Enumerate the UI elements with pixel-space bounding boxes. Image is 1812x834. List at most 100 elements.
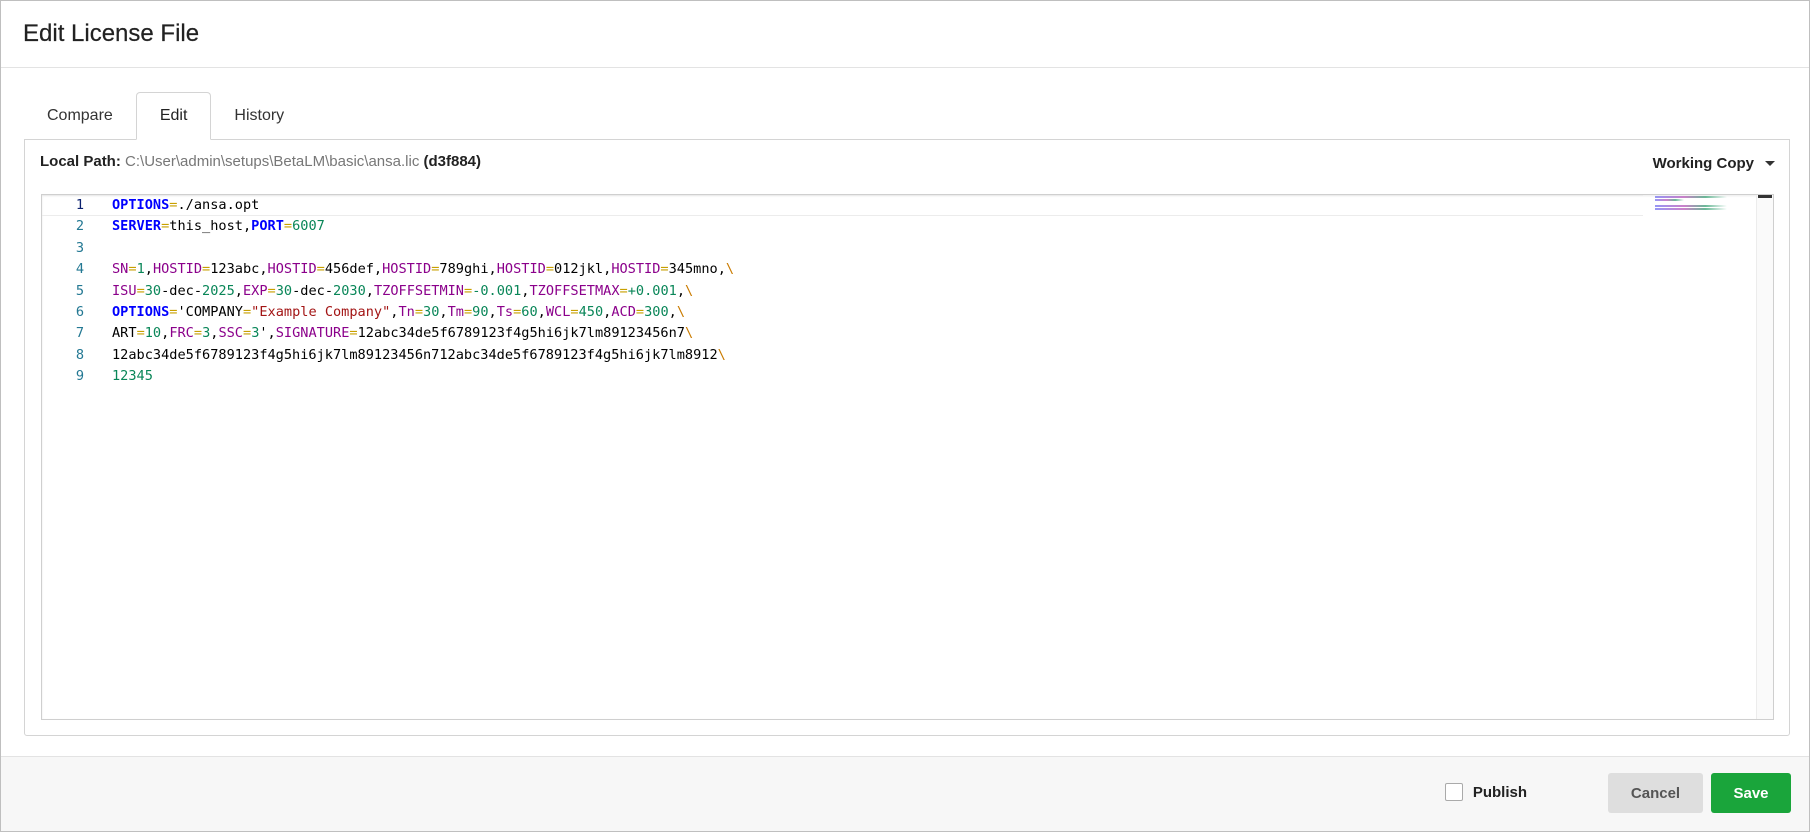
code-token: Ts	[496, 303, 514, 320]
code-token: 12abc34de5f6789123f4g5hi6jk7lm89123456n7…	[112, 346, 718, 363]
code-token: 12345	[112, 368, 153, 385]
code-token: \	[725, 261, 735, 278]
code-line[interactable]: 6 OPTIONS='COMPANY="Example Company",Tn=3…	[42, 302, 1643, 323]
code-line[interactable]: 8 12abc34de5f6789123f4g5hi6jk7lm89123456n…	[42, 345, 1643, 366]
tab-history[interactable]: History	[211, 92, 307, 140]
code-editor[interactable]: 1 OPTIONS=./ansa.opt 2 SERVER=this_host,POR…	[41, 194, 1774, 720]
code-token: HOSTID	[267, 261, 317, 278]
code-token: =	[193, 325, 203, 342]
edit-license-dialog: Edit License File Compare Edit History L…	[0, 0, 1810, 832]
code-token: 345mno,	[668, 261, 726, 278]
line-number: 6	[75, 303, 84, 320]
code-token: OPTIONS	[112, 303, 170, 320]
dialog-title: Edit License File	[23, 20, 200, 47]
code-token: =	[463, 303, 473, 320]
code-token: =	[570, 303, 579, 320]
code-token: =	[128, 261, 137, 278]
code-token: -dec-	[161, 282, 203, 299]
code-token: ISU	[112, 282, 137, 299]
code-token: SN	[112, 261, 129, 278]
code-line[interactable]: 1 OPTIONS=./ansa.opt	[42, 195, 1643, 217]
code-token: ART	[112, 325, 137, 342]
code-token: this_host,	[169, 218, 252, 235]
code-token: ,	[365, 282, 374, 299]
line-number: 2	[75, 218, 84, 235]
code-token: =	[619, 282, 628, 299]
code-token: 789ghi,	[439, 261, 497, 278]
line-text: 12abc34de5f6789123f4g5hi6jk7lm89123456n7…	[112, 345, 726, 366]
line-text: ART=10,FRC=3,SSC=3',SIGNATURE=12abc34de5…	[112, 323, 693, 344]
code-token: ,	[439, 303, 448, 320]
publish-label: Publish	[1472, 783, 1527, 801]
line-text: OPTIONS=./ansa.opt	[112, 196, 259, 215]
scroll-thumb[interactable]	[1758, 195, 1772, 198]
edit-panel: Local Path: C:\User\admin\setups\BetaLM\…	[24, 139, 1790, 736]
publish-toggle[interactable]: Publish	[1444, 783, 1527, 801]
code-token: =	[283, 218, 293, 235]
code-token: SSC	[218, 325, 243, 342]
cancel-button[interactable]: Cancel	[1608, 773, 1703, 813]
editor-minimap[interactable]	[1655, 195, 1727, 215]
code-token: TZOFFSETMAX	[529, 282, 620, 299]
code-line[interactable]: 9 12345	[42, 366, 1643, 387]
code-token: =	[242, 303, 252, 320]
code-lines[interactable]: 1 OPTIONS=./ansa.opt 2 SERVER=this_host,POR…	[42, 195, 1643, 388]
tab-compare[interactable]: Compare	[24, 92, 136, 140]
code-token: PORT	[251, 218, 284, 235]
tab-edit[interactable]: Edit	[135, 92, 212, 140]
code-line[interactable]: 7 ART=10,FRC=3,SSC=3',SIGNATURE=12abc34de…	[42, 323, 1643, 344]
save-button[interactable]: Save	[1711, 773, 1791, 813]
code-token: 30	[423, 303, 440, 320]
code-token: =	[660, 261, 669, 278]
minimap-line	[1655, 196, 1727, 198]
line-number: 9	[75, 368, 84, 385]
minimap-line	[1655, 199, 1684, 201]
code-token: =	[243, 325, 252, 342]
code-token: TZOFFSETMIN	[373, 282, 464, 299]
code-token: ./ansa.opt	[177, 197, 260, 213]
code-token: 10	[144, 325, 162, 342]
dialog-footer: Publish Cancel Save	[1, 756, 1809, 831]
local-path-label: Local Path:	[40, 153, 121, 170]
code-token: 012jkl,	[554, 261, 612, 278]
code-token: -0.001	[472, 282, 522, 299]
local-path: Local Path: C:\User\admin\setups\BetaLM\…	[40, 153, 481, 170]
line-number: 1	[75, 197, 84, 213]
local-path-hash: (d3f884)	[423, 153, 482, 170]
line-number: 3	[75, 239, 84, 256]
code-token: +0.001	[627, 282, 677, 299]
local-path-value: C:\User\admin\setups\BetaLM\basic\ansa.l…	[125, 153, 420, 170]
line-number: 5	[75, 282, 84, 299]
code-token: ,	[668, 303, 677, 320]
editor-scrollbar[interactable]	[1756, 195, 1773, 719]
code-token: =	[545, 261, 555, 278]
code-token: =	[136, 282, 145, 299]
code-token: Tm	[447, 303, 464, 320]
code-token: 'COMPANY	[177, 303, 243, 320]
code-token: =	[464, 282, 473, 299]
code-line[interactable]: 5 ISU=30-dec-2025,EXP=30-dec-2030,TZOFFSE…	[42, 281, 1643, 302]
code-token: \	[685, 282, 694, 299]
code-token: EXP	[242, 282, 268, 299]
minimap-line	[1655, 208, 1727, 210]
dialog-body: Compare Edit History Local Path: C:\User…	[1, 68, 1809, 757]
code-token: =	[136, 325, 145, 342]
code-token: =	[414, 303, 424, 320]
code-line[interactable]: 4 SN=1,HOSTID=123abc,HOSTID=456def,HOSTID…	[42, 259, 1643, 280]
publish-checkbox[interactable]	[1444, 783, 1463, 801]
code-token: 450	[578, 303, 604, 320]
code-token: ,	[144, 261, 153, 278]
code-line[interactable]: 3	[42, 238, 1643, 259]
code-token: ACD	[611, 303, 636, 320]
code-line[interactable]: 2 SERVER=this_host,PORT=6007	[42, 216, 1643, 237]
code-token: =	[267, 282, 276, 299]
code-token: WCL	[545, 303, 571, 320]
version-dropdown[interactable]: Working Copy	[1653, 155, 1775, 172]
code-token: "Example Company"	[251, 303, 391, 320]
code-token: Tn	[398, 303, 415, 320]
code-token: =	[635, 303, 645, 320]
code-token: 90	[472, 303, 489, 320]
code-token: 30	[144, 282, 162, 299]
code-token: HOSTID	[152, 261, 203, 278]
code-token: 12abc34de5f6789123f4g5hi6jk7lm89123456n7	[357, 325, 685, 342]
